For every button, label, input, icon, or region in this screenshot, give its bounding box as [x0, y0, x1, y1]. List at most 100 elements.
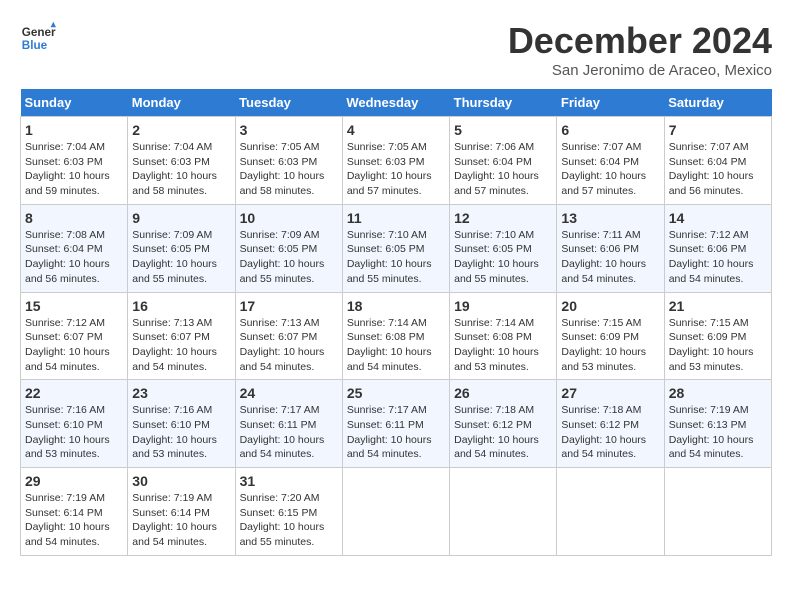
- day-number: 24: [240, 385, 338, 401]
- day-cell-1: 1 Sunrise: 7:04 AM Sunset: 6:03 PM Daylig…: [21, 117, 128, 205]
- day-cell-22: 22Sunrise: 7:16 AM Sunset: 6:10 PM Dayli…: [21, 380, 128, 468]
- day-cell-30: 30 Sunrise: 7:19 AM Sunset: 6:14 PM Dayli…: [128, 468, 235, 556]
- day-cell-3: 3 Sunrise: 7:05 AM Sunset: 6:03 PM Daylig…: [235, 117, 342, 205]
- day-cell-13: 13 Sunrise: 7:11 AM Sunset: 6:06 PM Dayli…: [557, 204, 664, 292]
- day-info: Sunrise: 7:18 AM Sunset: 6:12 PM Dayligh…: [561, 403, 659, 462]
- day-cell-2: 2 Sunrise: 7:04 AM Sunset: 6:03 PM Daylig…: [128, 117, 235, 205]
- day-info: Sunrise: 7:14 AM Sunset: 6:08 PM Dayligh…: [454, 316, 552, 375]
- week-row-3: 15Sunrise: 7:12 AM Sunset: 6:07 PM Dayli…: [21, 292, 772, 380]
- day-number: 1: [25, 122, 123, 138]
- day-number: 14: [669, 210, 767, 226]
- day-cell-19: 19 Sunrise: 7:14 AM Sunset: 6:08 PM Dayli…: [450, 292, 557, 380]
- day-number: 31: [240, 473, 338, 489]
- day-cell-9: 9Sunrise: 7:09 AM Sunset: 6:05 PM Daylig…: [128, 204, 235, 292]
- day-info: Sunrise: 7:08 AM Sunset: 6:04 PM Dayligh…: [25, 228, 123, 287]
- calendar-title: December 2024: [508, 20, 772, 62]
- day-header-sunday: Sunday: [21, 89, 128, 117]
- day-info: Sunrise: 7:15 AM Sunset: 6:09 PM Dayligh…: [561, 316, 659, 375]
- day-info: Sunrise: 7:16 AM Sunset: 6:10 PM Dayligh…: [132, 403, 230, 462]
- day-info: Sunrise: 7:19 AM Sunset: 6:14 PM Dayligh…: [25, 491, 123, 550]
- day-info: Sunrise: 7:11 AM Sunset: 6:06 PM Dayligh…: [561, 228, 659, 287]
- day-number: 12: [454, 210, 552, 226]
- day-info: Sunrise: 7:05 AM Sunset: 6:03 PM Dayligh…: [240, 140, 338, 199]
- day-cell-8: 8Sunrise: 7:08 AM Sunset: 6:04 PM Daylig…: [21, 204, 128, 292]
- day-header-tuesday: Tuesday: [235, 89, 342, 117]
- day-number: 10: [240, 210, 338, 226]
- day-header-thursday: Thursday: [450, 89, 557, 117]
- day-cell-10: 10 Sunrise: 7:09 AM Sunset: 6:05 PM Dayli…: [235, 204, 342, 292]
- day-info: Sunrise: 7:17 AM Sunset: 6:11 PM Dayligh…: [240, 403, 338, 462]
- empty-cell: [450, 468, 557, 556]
- day-number: 13: [561, 210, 659, 226]
- day-number: 20: [561, 298, 659, 314]
- day-cell-6: 6Sunrise: 7:07 AM Sunset: 6:04 PM Daylig…: [557, 117, 664, 205]
- day-cell-4: 4Sunrise: 7:05 AM Sunset: 6:03 PM Daylig…: [342, 117, 449, 205]
- day-info: Sunrise: 7:20 AM Sunset: 6:15 PM Dayligh…: [240, 491, 338, 550]
- day-cell-26: 26 Sunrise: 7:18 AM Sunset: 6:12 PM Dayli…: [450, 380, 557, 468]
- day-cell-11: 11 Sunrise: 7:10 AM Sunset: 6:05 PM Dayli…: [342, 204, 449, 292]
- day-number: 9: [132, 210, 230, 226]
- day-cell-7: 7Sunrise: 7:07 AM Sunset: 6:04 PM Daylig…: [664, 117, 771, 205]
- day-cell-24: 24 Sunrise: 7:17 AM Sunset: 6:11 PM Dayli…: [235, 380, 342, 468]
- day-number: 16: [132, 298, 230, 314]
- day-info: Sunrise: 7:10 AM Sunset: 6:05 PM Dayligh…: [347, 228, 445, 287]
- day-number: 5: [454, 122, 552, 138]
- day-info: Sunrise: 7:05 AM Sunset: 6:03 PM Dayligh…: [347, 140, 445, 199]
- header: General Blue December 2024 San Jeronimo …: [20, 20, 772, 79]
- week-row-2: 8Sunrise: 7:08 AM Sunset: 6:04 PM Daylig…: [21, 204, 772, 292]
- header-row: SundayMondayTuesdayWednesdayThursdayFrid…: [21, 89, 772, 117]
- day-cell-21: 21 Sunrise: 7:15 AM Sunset: 6:09 PM Dayli…: [664, 292, 771, 380]
- calendar-subtitle: San Jeronimo de Araceo, Mexico: [508, 62, 772, 79]
- empty-cell: [557, 468, 664, 556]
- day-number: 18: [347, 298, 445, 314]
- day-info: Sunrise: 7:12 AM Sunset: 6:06 PM Dayligh…: [669, 228, 767, 287]
- day-cell-5: 5 Sunrise: 7:06 AM Sunset: 6:04 PM Daylig…: [450, 117, 557, 205]
- day-cell-29: 29 Sunrise: 7:19 AM Sunset: 6:14 PM Dayli…: [21, 468, 128, 556]
- day-number: 11: [347, 210, 445, 226]
- day-number: 2: [132, 122, 230, 138]
- day-header-saturday: Saturday: [664, 89, 771, 117]
- week-row-4: 22Sunrise: 7:16 AM Sunset: 6:10 PM Dayli…: [21, 380, 772, 468]
- day-cell-12: 12 Sunrise: 7:10 AM Sunset: 6:05 PM Dayli…: [450, 204, 557, 292]
- day-cell-18: 18 Sunrise: 7:14 AM Sunset: 6:08 PM Dayli…: [342, 292, 449, 380]
- day-info: Sunrise: 7:04 AM Sunset: 6:03 PM Dayligh…: [25, 140, 123, 199]
- day-info: Sunrise: 7:16 AM Sunset: 6:10 PM Dayligh…: [25, 403, 123, 462]
- day-info: Sunrise: 7:14 AM Sunset: 6:08 PM Dayligh…: [347, 316, 445, 375]
- svg-text:Blue: Blue: [22, 39, 48, 52]
- logo-icon: General Blue: [20, 20, 56, 56]
- week-row-5: 29 Sunrise: 7:19 AM Sunset: 6:14 PM Dayli…: [21, 468, 772, 556]
- day-cell-28: 28Sunrise: 7:19 AM Sunset: 6:13 PM Dayli…: [664, 380, 771, 468]
- day-info: Sunrise: 7:13 AM Sunset: 6:07 PM Dayligh…: [132, 316, 230, 375]
- day-info: Sunrise: 7:04 AM Sunset: 6:03 PM Dayligh…: [132, 140, 230, 199]
- day-number: 17: [240, 298, 338, 314]
- empty-cell: [342, 468, 449, 556]
- day-info: Sunrise: 7:10 AM Sunset: 6:05 PM Dayligh…: [454, 228, 552, 287]
- day-cell-31: 31 Sunrise: 7:20 AM Sunset: 6:15 PM Dayli…: [235, 468, 342, 556]
- day-info: Sunrise: 7:06 AM Sunset: 6:04 PM Dayligh…: [454, 140, 552, 199]
- empty-cell: [664, 468, 771, 556]
- day-cell-17: 17 Sunrise: 7:13 AM Sunset: 6:07 PM Dayli…: [235, 292, 342, 380]
- day-number: 15: [25, 298, 123, 314]
- day-cell-16: 16 Sunrise: 7:13 AM Sunset: 6:07 PM Dayli…: [128, 292, 235, 380]
- day-cell-15: 15Sunrise: 7:12 AM Sunset: 6:07 PM Dayli…: [21, 292, 128, 380]
- day-info: Sunrise: 7:13 AM Sunset: 6:07 PM Dayligh…: [240, 316, 338, 375]
- day-number: 6: [561, 122, 659, 138]
- day-number: 19: [454, 298, 552, 314]
- day-info: Sunrise: 7:19 AM Sunset: 6:14 PM Dayligh…: [132, 491, 230, 550]
- day-number: 29: [25, 473, 123, 489]
- day-number: 7: [669, 122, 767, 138]
- day-number: 3: [240, 122, 338, 138]
- day-cell-25: 25 Sunrise: 7:17 AM Sunset: 6:11 PM Dayli…: [342, 380, 449, 468]
- day-info: Sunrise: 7:17 AM Sunset: 6:11 PM Dayligh…: [347, 403, 445, 462]
- calendar-table: SundayMondayTuesdayWednesdayThursdayFrid…: [20, 89, 772, 556]
- svg-text:General: General: [22, 26, 56, 39]
- day-info: Sunrise: 7:15 AM Sunset: 6:09 PM Dayligh…: [669, 316, 767, 375]
- day-number: 30: [132, 473, 230, 489]
- day-number: 21: [669, 298, 767, 314]
- day-number: 25: [347, 385, 445, 401]
- day-info: Sunrise: 7:18 AM Sunset: 6:12 PM Dayligh…: [454, 403, 552, 462]
- day-cell-27: 27Sunrise: 7:18 AM Sunset: 6:12 PM Dayli…: [557, 380, 664, 468]
- day-number: 26: [454, 385, 552, 401]
- day-info: Sunrise: 7:09 AM Sunset: 6:05 PM Dayligh…: [240, 228, 338, 287]
- day-cell-20: 20 Sunrise: 7:15 AM Sunset: 6:09 PM Dayli…: [557, 292, 664, 380]
